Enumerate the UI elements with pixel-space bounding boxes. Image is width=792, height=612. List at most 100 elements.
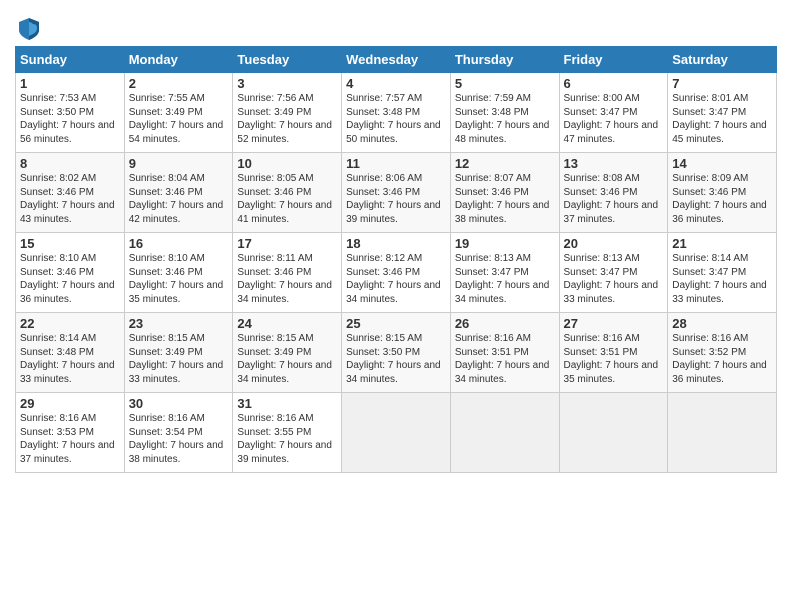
day-info: Sunrise: 8:00 AMSunset: 3:47 PMDaylight:… (564, 92, 664, 146)
calendar-cell: 23Sunrise: 8:15 AMSunset: 3:49 PMDayligh… (124, 313, 233, 393)
calendar-cell: 26Sunrise: 8:16 AMSunset: 3:51 PMDayligh… (450, 313, 559, 393)
day-header-friday: Friday (559, 47, 668, 73)
calendar-cell: 22Sunrise: 8:14 AMSunset: 3:48 PMDayligh… (16, 313, 125, 393)
day-info: Sunrise: 8:02 AMSunset: 3:46 PMDaylight:… (20, 172, 120, 226)
calendar-cell: 6Sunrise: 8:00 AMSunset: 3:47 PMDaylight… (559, 73, 668, 153)
day-number: 10 (237, 156, 337, 171)
day-number: 27 (564, 316, 664, 331)
day-info: Sunrise: 8:05 AMSunset: 3:46 PMDaylight:… (237, 172, 337, 226)
calendar-container: SundayMondayTuesdayWednesdayThursdayFrid… (0, 0, 792, 478)
day-info: Sunrise: 8:11 AMSunset: 3:46 PMDaylight:… (237, 252, 337, 306)
day-number: 23 (129, 316, 229, 331)
day-info: Sunrise: 8:12 AMSunset: 3:46 PMDaylight:… (346, 252, 446, 306)
calendar-cell: 30Sunrise: 8:16 AMSunset: 3:54 PMDayligh… (124, 393, 233, 473)
day-number: 9 (129, 156, 229, 171)
day-number: 22 (20, 316, 120, 331)
day-info: Sunrise: 8:09 AMSunset: 3:46 PMDaylight:… (672, 172, 772, 226)
calendar-cell (342, 393, 451, 473)
day-number: 25 (346, 316, 446, 331)
day-info: Sunrise: 8:15 AMSunset: 3:50 PMDaylight:… (346, 332, 446, 386)
day-info: Sunrise: 8:14 AMSunset: 3:47 PMDaylight:… (672, 252, 772, 306)
week-row-5: 29Sunrise: 8:16 AMSunset: 3:53 PMDayligh… (16, 393, 777, 473)
day-number: 8 (20, 156, 120, 171)
calendar-cell: 19Sunrise: 8:13 AMSunset: 3:47 PMDayligh… (450, 233, 559, 313)
day-header-thursday: Thursday (450, 47, 559, 73)
calendar-cell: 27Sunrise: 8:16 AMSunset: 3:51 PMDayligh… (559, 313, 668, 393)
day-header-sunday: Sunday (16, 47, 125, 73)
calendar-cell: 28Sunrise: 8:16 AMSunset: 3:52 PMDayligh… (668, 313, 777, 393)
day-info: Sunrise: 8:16 AMSunset: 3:51 PMDaylight:… (564, 332, 664, 386)
calendar-cell (668, 393, 777, 473)
calendar-cell: 3Sunrise: 7:56 AMSunset: 3:49 PMDaylight… (233, 73, 342, 153)
calendar-cell: 12Sunrise: 8:07 AMSunset: 3:46 PMDayligh… (450, 153, 559, 233)
day-info: Sunrise: 7:57 AMSunset: 3:48 PMDaylight:… (346, 92, 446, 146)
calendar-cell: 9Sunrise: 8:04 AMSunset: 3:46 PMDaylight… (124, 153, 233, 233)
header (15, 10, 777, 42)
calendar-cell: 13Sunrise: 8:08 AMSunset: 3:46 PMDayligh… (559, 153, 668, 233)
week-row-4: 22Sunrise: 8:14 AMSunset: 3:48 PMDayligh… (16, 313, 777, 393)
week-row-3: 15Sunrise: 8:10 AMSunset: 3:46 PMDayligh… (16, 233, 777, 313)
calendar-table: SundayMondayTuesdayWednesdayThursdayFrid… (15, 46, 777, 473)
day-info: Sunrise: 7:53 AMSunset: 3:50 PMDaylight:… (20, 92, 120, 146)
day-info: Sunrise: 8:01 AMSunset: 3:47 PMDaylight:… (672, 92, 772, 146)
calendar-cell: 20Sunrise: 8:13 AMSunset: 3:47 PMDayligh… (559, 233, 668, 313)
day-number: 18 (346, 236, 446, 251)
day-header-saturday: Saturday (668, 47, 777, 73)
day-number: 30 (129, 396, 229, 411)
calendar-cell: 11Sunrise: 8:06 AMSunset: 3:46 PMDayligh… (342, 153, 451, 233)
day-number: 16 (129, 236, 229, 251)
day-number: 3 (237, 76, 337, 91)
calendar-cell: 5Sunrise: 7:59 AMSunset: 3:48 PMDaylight… (450, 73, 559, 153)
calendar-cell (450, 393, 559, 473)
day-info: Sunrise: 8:16 AMSunset: 3:53 PMDaylight:… (20, 412, 120, 466)
day-info: Sunrise: 8:10 AMSunset: 3:46 PMDaylight:… (129, 252, 229, 306)
day-number: 13 (564, 156, 664, 171)
day-number: 28 (672, 316, 772, 331)
day-header-monday: Monday (124, 47, 233, 73)
calendar-cell: 8Sunrise: 8:02 AMSunset: 3:46 PMDaylight… (16, 153, 125, 233)
day-number: 7 (672, 76, 772, 91)
day-number: 31 (237, 396, 337, 411)
day-number: 6 (564, 76, 664, 91)
day-number: 11 (346, 156, 446, 171)
day-header-wednesday: Wednesday (342, 47, 451, 73)
day-info: Sunrise: 8:08 AMSunset: 3:46 PMDaylight:… (564, 172, 664, 226)
day-info: Sunrise: 8:07 AMSunset: 3:46 PMDaylight:… (455, 172, 555, 226)
day-number: 24 (237, 316, 337, 331)
day-number: 14 (672, 156, 772, 171)
calendar-cell: 18Sunrise: 8:12 AMSunset: 3:46 PMDayligh… (342, 233, 451, 313)
day-number: 19 (455, 236, 555, 251)
header-row: SundayMondayTuesdayWednesdayThursdayFrid… (16, 47, 777, 73)
day-info: Sunrise: 8:16 AMSunset: 3:52 PMDaylight:… (672, 332, 772, 386)
day-info: Sunrise: 7:55 AMSunset: 3:49 PMDaylight:… (129, 92, 229, 146)
day-info: Sunrise: 8:16 AMSunset: 3:54 PMDaylight:… (129, 412, 229, 466)
day-info: Sunrise: 8:15 AMSunset: 3:49 PMDaylight:… (129, 332, 229, 386)
calendar-cell: 24Sunrise: 8:15 AMSunset: 3:49 PMDayligh… (233, 313, 342, 393)
logo (15, 14, 47, 42)
day-number: 21 (672, 236, 772, 251)
calendar-cell: 16Sunrise: 8:10 AMSunset: 3:46 PMDayligh… (124, 233, 233, 313)
calendar-cell: 2Sunrise: 7:55 AMSunset: 3:49 PMDaylight… (124, 73, 233, 153)
day-number: 12 (455, 156, 555, 171)
day-number: 17 (237, 236, 337, 251)
day-info: Sunrise: 8:04 AMSunset: 3:46 PMDaylight:… (129, 172, 229, 226)
calendar-cell: 29Sunrise: 8:16 AMSunset: 3:53 PMDayligh… (16, 393, 125, 473)
week-row-2: 8Sunrise: 8:02 AMSunset: 3:46 PMDaylight… (16, 153, 777, 233)
calendar-cell: 4Sunrise: 7:57 AMSunset: 3:48 PMDaylight… (342, 73, 451, 153)
day-info: Sunrise: 7:56 AMSunset: 3:49 PMDaylight:… (237, 92, 337, 146)
calendar-cell: 1Sunrise: 7:53 AMSunset: 3:50 PMDaylight… (16, 73, 125, 153)
day-number: 5 (455, 76, 555, 91)
week-row-1: 1Sunrise: 7:53 AMSunset: 3:50 PMDaylight… (16, 73, 777, 153)
calendar-cell: 25Sunrise: 8:15 AMSunset: 3:50 PMDayligh… (342, 313, 451, 393)
day-header-tuesday: Tuesday (233, 47, 342, 73)
calendar-cell: 10Sunrise: 8:05 AMSunset: 3:46 PMDayligh… (233, 153, 342, 233)
day-info: Sunrise: 8:06 AMSunset: 3:46 PMDaylight:… (346, 172, 446, 226)
day-number: 15 (20, 236, 120, 251)
day-info: Sunrise: 8:15 AMSunset: 3:49 PMDaylight:… (237, 332, 337, 386)
day-info: Sunrise: 8:14 AMSunset: 3:48 PMDaylight:… (20, 332, 120, 386)
calendar-cell: 31Sunrise: 8:16 AMSunset: 3:55 PMDayligh… (233, 393, 342, 473)
day-info: Sunrise: 8:10 AMSunset: 3:46 PMDaylight:… (20, 252, 120, 306)
day-number: 4 (346, 76, 446, 91)
day-number: 2 (129, 76, 229, 91)
day-info: Sunrise: 8:16 AMSunset: 3:55 PMDaylight:… (237, 412, 337, 466)
